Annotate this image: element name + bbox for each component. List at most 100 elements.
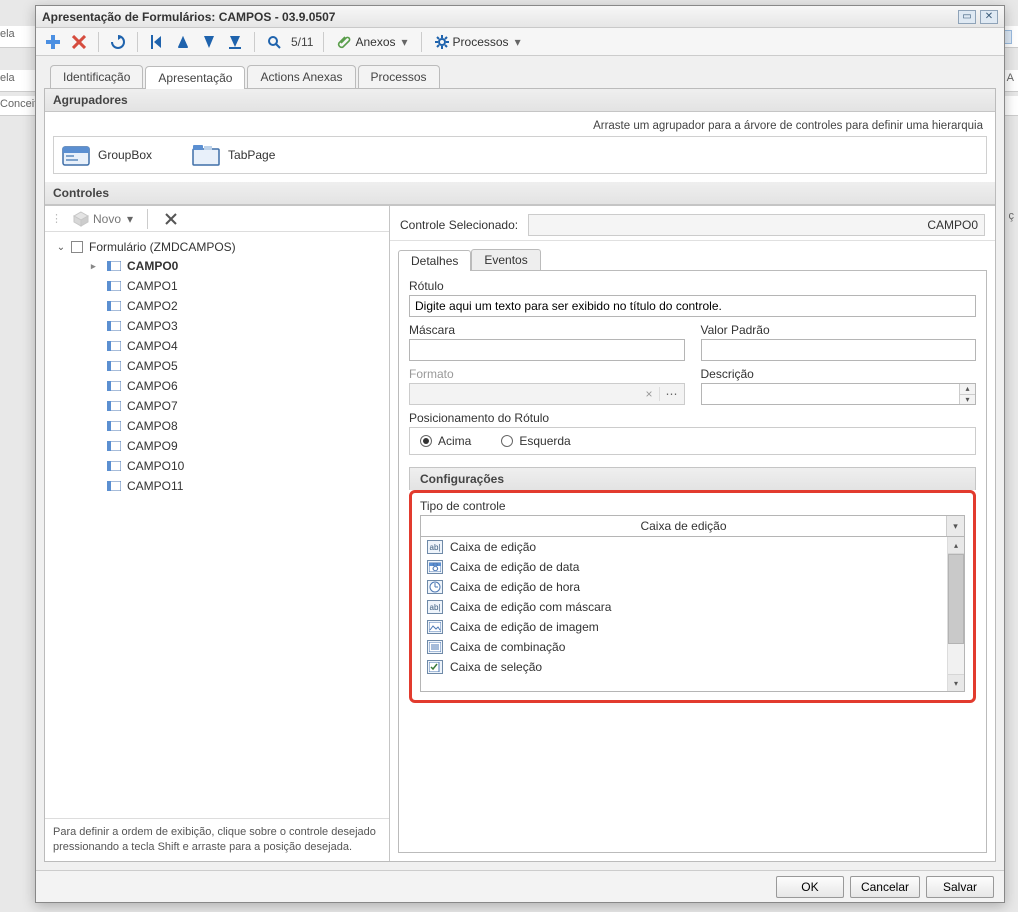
valor-padrao-input[interactable] xyxy=(701,339,977,361)
formato-browse-icon[interactable]: ⋯ xyxy=(659,387,684,401)
scroll-up-button[interactable]: ▴ xyxy=(948,537,964,554)
tree-item[interactable]: CAMPO8 xyxy=(85,416,385,436)
prev-button[interactable] xyxy=(172,31,194,53)
field-icon xyxy=(107,341,121,351)
agrupador-tabpage[interactable]: TabPage xyxy=(192,143,275,167)
dropdown-option-label: Caixa de edição com máscara xyxy=(450,600,611,614)
dropdown-option[interactable]: 8Caixa de edição de data xyxy=(421,557,964,577)
gear-icon xyxy=(435,35,449,49)
formato-input[interactable]: × ⋯ xyxy=(409,383,685,405)
search-button[interactable] xyxy=(263,31,285,53)
field-icon xyxy=(107,321,121,331)
anexos-dropdown[interactable]: Anexos▾ xyxy=(332,31,412,53)
dropdown-option-label: Caixa de edição de imagem xyxy=(450,620,599,634)
field-icon xyxy=(107,381,121,391)
tree-item[interactable]: ▸CAMPO0 xyxy=(85,256,385,276)
tipo-controle-combo[interactable]: Caixa de edição ▾ xyxy=(420,515,965,537)
tree-item[interactable]: CAMPO3 xyxy=(85,316,385,336)
novo-label: Novo xyxy=(93,212,121,226)
tab-processos[interactable]: Processos xyxy=(358,65,440,88)
dropdown-scrollbar[interactable]: ▴ ▾ xyxy=(947,537,964,691)
ok-button[interactable]: OK xyxy=(776,876,844,898)
controls-tree[interactable]: ⌄ Formulário (ZMDCAMPOS) ▸CAMPO0 CAMPO1 CA… xyxy=(45,232,389,818)
dropdown-option[interactable]: ab| Caixa de edição xyxy=(421,537,964,557)
dropdown-option[interactable]: Caixa de edição de hora xyxy=(421,577,964,597)
tree-item-label: CAMPO10 xyxy=(127,459,184,473)
dropdown-option-label: Caixa de edição xyxy=(450,540,536,554)
dialog-footer: OK Cancelar Salvar xyxy=(36,870,1004,902)
scroll-thumb[interactable] xyxy=(948,554,964,644)
tree-item-label: CAMPO6 xyxy=(127,379,178,393)
configuracoes-panel: Tipo de controle Caixa de edição ▾ ab| Ca… xyxy=(409,490,976,703)
tree-item-label: CAMPO3 xyxy=(127,319,178,333)
valor-padrao-label: Valor Padrão xyxy=(701,323,977,337)
dropdown-option[interactable]: Caixa de combinação xyxy=(421,637,964,657)
novo-dropdown[interactable]: Novo▾ xyxy=(69,209,137,229)
last-button[interactable] xyxy=(224,31,246,53)
tree-item[interactable]: CAMPO10 xyxy=(85,456,385,476)
remove-control-button[interactable] xyxy=(162,210,180,228)
tipo-controle-dropdown: ab| Caixa de edição 8Caixa de edição de da… xyxy=(420,537,965,692)
window-restore-button[interactable]: ▭ xyxy=(958,10,976,24)
bg-label: ela xyxy=(0,28,15,40)
field-icon xyxy=(107,481,121,491)
main-tabs: Identificação Apresentação Actions Anexa… xyxy=(44,62,996,88)
tree-item[interactable]: CAMPO1 xyxy=(85,276,385,296)
tree-item[interactable]: CAMPO5 xyxy=(85,356,385,376)
cube-icon xyxy=(73,211,89,227)
dropdown-option[interactable]: Caixa de edição de imagem xyxy=(421,617,964,637)
refresh-button[interactable] xyxy=(107,31,129,53)
tree-item[interactable]: CAMPO2 xyxy=(85,296,385,316)
next-button[interactable] xyxy=(198,31,220,53)
tab-apresentacao[interactable]: Apresentação xyxy=(145,66,245,89)
tab-identificacao[interactable]: Identificação xyxy=(50,65,143,88)
scroll-down-button[interactable]: ▾ xyxy=(948,674,964,691)
window-close-button[interactable]: ✕ xyxy=(980,10,998,24)
dropdown-option[interactable]: Caixa de seleção xyxy=(421,657,964,677)
delete-button[interactable] xyxy=(68,31,90,53)
processos-dropdown[interactable]: Processos▾ xyxy=(430,31,526,53)
expand-icon[interactable]: ⌄ xyxy=(55,242,67,253)
formato-clear-icon[interactable]: × xyxy=(639,387,658,401)
controles-header: Controles xyxy=(45,182,995,205)
tree-root-label: Formulário (ZMDCAMPOS) xyxy=(87,240,236,254)
tree-item[interactable]: CAMPO9 xyxy=(85,436,385,456)
descricao-spinner[interactable]: ▴▾ xyxy=(959,384,975,404)
field-icon xyxy=(107,301,121,311)
tree-item[interactable]: CAMPO4 xyxy=(85,336,385,356)
dropdown-option[interactable]: ab| Caixa de edição com máscara xyxy=(421,597,964,617)
agrupadores-header: Agrupadores xyxy=(45,89,995,112)
agrupador-groupbox[interactable]: GroupBox xyxy=(62,143,152,167)
mascara-input[interactable] xyxy=(409,339,685,361)
abl-icon: ab| xyxy=(427,540,443,554)
tree-checkbox[interactable] xyxy=(71,241,83,253)
tipo-controle-selected: Caixa de edição xyxy=(421,519,946,533)
radio-esquerda[interactable]: Esquerda xyxy=(501,434,570,448)
tree-help-text: Para definir a ordem de exibição, clique… xyxy=(45,818,389,861)
controle-selecionado-label: Controle Selecionado: xyxy=(400,218,518,232)
abl-icon: ab| xyxy=(427,600,443,614)
field-icon xyxy=(107,281,121,291)
descricao-label: Descrição xyxy=(701,367,977,381)
tree-root[interactable]: ⌄ Formulário (ZMDCAMPOS) xyxy=(55,238,385,256)
tree-item-label: CAMPO1 xyxy=(127,279,178,293)
tree-item[interactable]: CAMPO11 xyxy=(85,476,385,496)
controle-selecionado-value: CAMPO0 xyxy=(528,214,985,236)
tree-item[interactable]: CAMPO6 xyxy=(85,376,385,396)
bg-label: Conceit xyxy=(0,98,37,110)
descricao-input[interactable] xyxy=(701,383,977,405)
tab-detalhes[interactable]: Detalhes xyxy=(398,250,471,271)
cancelar-button[interactable]: Cancelar xyxy=(850,876,920,898)
tipo-controle-label: Tipo de controle xyxy=(420,499,965,513)
add-button[interactable] xyxy=(42,31,64,53)
tab-eventos[interactable]: Eventos xyxy=(471,249,540,270)
first-button[interactable] xyxy=(146,31,168,53)
salvar-button[interactable]: Salvar xyxy=(926,876,994,898)
field-icon xyxy=(107,461,121,471)
bg-label: ela xyxy=(0,72,15,84)
rotulo-input[interactable] xyxy=(409,295,976,317)
posicionamento-label: Posicionamento do Rótulo xyxy=(409,411,976,425)
radio-acima[interactable]: Acima xyxy=(420,434,471,448)
tab-actions-anexas[interactable]: Actions Anexas xyxy=(247,65,355,88)
tree-item[interactable]: CAMPO7 xyxy=(85,396,385,416)
